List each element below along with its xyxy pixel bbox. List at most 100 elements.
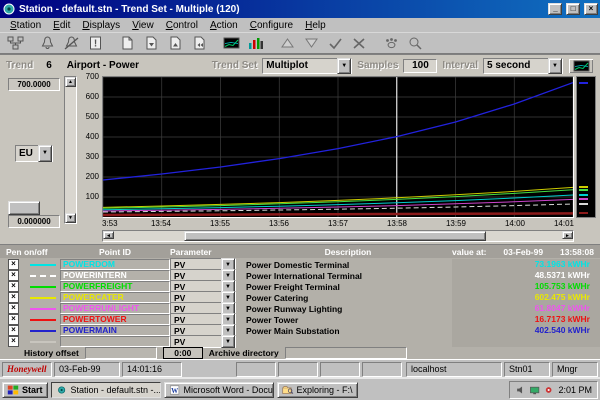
toolbar-separator	[268, 35, 274, 51]
group-display-icon[interactable]	[244, 35, 266, 52]
minimize-button[interactable]: _	[548, 3, 562, 15]
toolbar-separator	[212, 35, 218, 51]
pen-line-sample	[30, 308, 56, 310]
task-button[interactable]: Station - default.stn -...	[51, 382, 161, 398]
point-id-field[interactable]	[60, 336, 170, 347]
chevron-down-icon[interactable]: ▼	[548, 58, 562, 74]
display-icon[interactable]	[529, 383, 541, 397]
task-button[interactable]: Exploring - F:\	[277, 382, 358, 398]
scale-max-field[interactable]: 700.0000	[8, 78, 60, 91]
menu-station[interactable]: Station	[4, 19, 47, 32]
page-up-icon[interactable]	[164, 35, 186, 52]
interval-label: Interval	[442, 60, 478, 71]
vertical-scrollbar[interactable]: ▲ ▼	[64, 76, 77, 224]
volume-icon[interactable]	[515, 383, 527, 397]
pen-checkbox[interactable]: ×	[8, 292, 19, 303]
scrollbar-thumb[interactable]	[184, 231, 486, 241]
zoom-icon[interactable]	[404, 35, 426, 52]
point-id-field[interactable]: POWERTOWER	[60, 314, 170, 325]
pen-line-sample	[30, 319, 56, 321]
message-page-icon[interactable]: !	[84, 35, 106, 52]
menu-view[interactable]: View	[126, 19, 160, 32]
menu-edit[interactable]: Edit	[47, 19, 76, 32]
samples-input[interactable]: 100	[403, 59, 437, 73]
maximize-button[interactable]: □	[566, 3, 580, 15]
menu-configure[interactable]: Configure	[244, 19, 299, 32]
cancel-icon[interactable]	[348, 35, 370, 52]
pen-checkbox[interactable]: ×	[8, 281, 19, 292]
raise-icon[interactable]	[276, 35, 298, 52]
pen-checkbox[interactable]: ×	[8, 259, 19, 270]
interval-select[interactable]: 5 second ▼	[483, 58, 563, 74]
history-offset-input[interactable]	[85, 347, 157, 359]
alarm-bell-icon[interactable]	[36, 35, 58, 52]
scroll-up-icon[interactable]: ▲	[65, 77, 76, 87]
menu-help[interactable]: Help	[299, 19, 332, 32]
x-tick-label: 3:53	[102, 219, 132, 228]
point-id-field[interactable]: POWERCATER	[60, 292, 170, 303]
pen-row: ×POWERFREIGHTPV▼Power Freight Terminal10…	[0, 280, 600, 291]
start-button[interactable]: Start	[2, 382, 48, 398]
pen-description: Power International Terminal	[244, 271, 452, 281]
close-button[interactable]: ×	[584, 3, 598, 15]
trend-display-icon[interactable]	[220, 35, 242, 52]
chevron-down-icon[interactable]: ▼	[38, 145, 52, 162]
archive-directory-input[interactable]	[285, 347, 407, 359]
scroll-down-icon[interactable]: ▼	[65, 213, 76, 223]
pen-description: Power Main Substation	[244, 326, 452, 336]
pen-line-sample	[30, 297, 56, 299]
scroll-right-icon[interactable]: ►	[562, 231, 573, 239]
point-id-field[interactable]: POWERFREIGHT	[60, 281, 170, 292]
axis-corner-button[interactable]	[8, 201, 40, 215]
pen-checkbox[interactable]: ×	[8, 303, 19, 314]
trend-plot[interactable]	[102, 76, 574, 218]
sitemap-icon[interactable]	[4, 35, 26, 52]
trend-set-select[interactable]: Multiplot ▼	[262, 58, 352, 74]
pen-description: Power Tower	[244, 315, 452, 325]
trend-number[interactable]: 6	[46, 60, 52, 71]
pen-checkbox[interactable]: ×	[8, 270, 19, 281]
paw-icon[interactable]	[380, 35, 402, 52]
task-button[interactable]: WMicrosoft Word - Document	[164, 382, 274, 398]
pen-value-marker	[579, 198, 588, 200]
history-offset-label: History offset	[24, 348, 79, 358]
y-axis-labels: 100200300400500600700	[78, 76, 102, 216]
col-parameter: Parameter	[170, 247, 236, 257]
pen-checkbox[interactable]: ×	[8, 314, 19, 325]
eu-select[interactable]: EU ▼	[15, 145, 53, 162]
input-icon[interactable]	[543, 383, 555, 397]
window-titlebar[interactable]: Station - default.stn - Trend Set - Mult…	[0, 0, 600, 18]
point-id-field[interactable]: POWERDOM	[60, 259, 170, 270]
x-tick-label: 14:01	[544, 219, 574, 228]
pen-row: ×PV▼	[0, 335, 600, 346]
x-tick-label: 13:58	[382, 219, 412, 228]
horizontal-scrollbar[interactable]: ◄ ►	[102, 230, 574, 242]
point-id-field[interactable]: POWERRUNLIGHT	[60, 303, 170, 314]
menu-control[interactable]: Control	[160, 19, 204, 32]
trend-set-label: Trend Set	[212, 60, 258, 71]
y-tick-label: 500	[78, 112, 99, 121]
pen-value: 48.5371 kWHr	[452, 270, 600, 281]
point-id-field[interactable]: POWERINTERN	[60, 270, 170, 281]
chevron-down-icon[interactable]: ▼	[221, 335, 235, 348]
scroll-left-icon[interactable]: ◄	[103, 231, 114, 239]
pen-row: ×POWERMAINPV▼Power Main Substation402.54…	[0, 324, 600, 335]
pen-checkbox[interactable]: ×	[8, 325, 19, 336]
toolbar-separator	[108, 35, 114, 51]
windows-taskbar: Start Station - default.stn -...WMicroso…	[0, 377, 600, 400]
menu-action[interactable]: Action	[204, 19, 244, 32]
accept-icon[interactable]	[324, 35, 346, 52]
lower-icon[interactable]	[300, 35, 322, 52]
pen-value	[452, 336, 600, 347]
pen-checkbox[interactable]: ×	[8, 336, 19, 347]
page-icon[interactable]	[116, 35, 138, 52]
menu-displays[interactable]: Displays	[76, 19, 126, 32]
point-id-field[interactable]: POWERMAIN	[60, 325, 170, 336]
explorer-icon	[282, 383, 294, 397]
scale-min-field[interactable]: 0.000000	[8, 215, 60, 228]
page-back-icon[interactable]	[188, 35, 210, 52]
chevron-down-icon[interactable]: ▼	[337, 58, 351, 74]
trend-print-button[interactable]	[568, 58, 594, 74]
alarm-silence-icon[interactable]	[60, 35, 82, 52]
page-down-icon[interactable]	[140, 35, 162, 52]
